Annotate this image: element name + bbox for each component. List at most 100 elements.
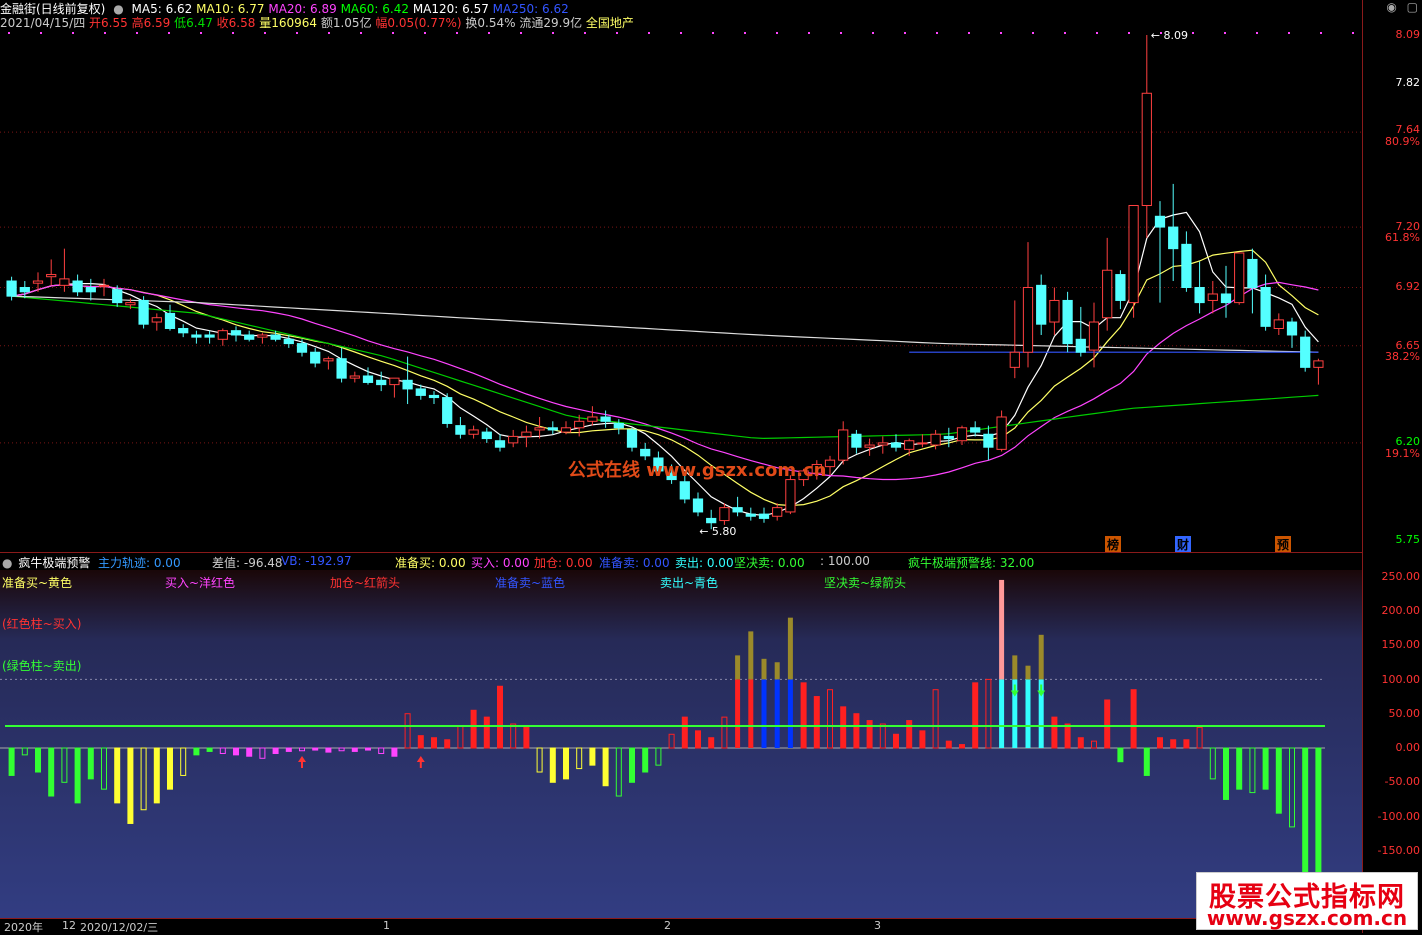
top-dot	[232, 32, 234, 34]
candle	[72, 274, 83, 297]
candle	[323, 356, 334, 370]
candle	[1234, 252, 1245, 305]
indicator-field: 主力轨迹: 0.00	[98, 556, 181, 570]
price-tick: 61.8%	[1385, 231, 1420, 244]
event-marker[interactable]: 榜	[1105, 536, 1122, 553]
candle	[772, 503, 783, 521]
indicator-bar	[615, 747, 622, 797]
sell-arrow	[1037, 684, 1046, 697]
candle	[521, 425, 532, 448]
candle	[59, 248, 70, 292]
candle	[1286, 317, 1298, 348]
candle	[560, 421, 572, 435]
indicator-bar	[827, 689, 833, 749]
candle	[547, 421, 558, 435]
indicator-bar	[563, 747, 569, 780]
indicator-bar	[1130, 689, 1137, 749]
indicator-chart[interactable]	[0, 570, 1362, 918]
indicator-bar	[74, 747, 81, 804]
indicator-bar	[787, 617, 793, 748]
candle	[1313, 358, 1324, 385]
candle	[1141, 35, 1152, 238]
candle	[1300, 330, 1311, 372]
candle	[600, 410, 611, 428]
candle	[904, 438, 915, 456]
collapse-icon[interactable]: ●	[2, 556, 12, 570]
top-dot	[1224, 32, 1226, 34]
indicator-bar	[1157, 737, 1163, 749]
price-tick: 38.2%	[1385, 350, 1420, 363]
candle	[890, 434, 902, 452]
candle	[1075, 306, 1086, 357]
indicator-bar	[233, 747, 239, 756]
indicator-bar	[1025, 665, 1031, 748]
top-dot	[616, 32, 618, 34]
indicator-legend: 准备卖~蓝色	[495, 576, 566, 590]
indicator-bar	[8, 747, 15, 776]
candle	[1247, 248, 1258, 314]
indicator-bar	[378, 747, 385, 754]
top-dot	[456, 32, 458, 34]
indicator-bar	[629, 747, 635, 783]
indicator-bar	[668, 733, 675, 749]
indicator-bar	[101, 747, 107, 790]
candle	[877, 436, 888, 454]
site-badge: 股票公式指标网 www.gszx.com.cn	[1196, 872, 1418, 930]
indicator-bar	[906, 720, 913, 749]
indicator-bar	[140, 747, 147, 811]
candle	[402, 356, 413, 405]
candle	[1036, 274, 1047, 335]
candle	[587, 406, 598, 426]
indicator-bar	[879, 723, 886, 749]
indicator-bar	[840, 706, 847, 749]
indicator-tick: 200.00	[1381, 604, 1421, 617]
top-dot	[328, 32, 330, 34]
indicator-bar	[999, 579, 1005, 748]
indicator-bar	[457, 725, 464, 749]
indicator-bar	[127, 747, 134, 824]
candle	[178, 324, 189, 338]
indicator-bar	[655, 747, 662, 766]
indicator-field: VB: -192.97	[281, 554, 352, 568]
candle	[230, 326, 242, 342]
event-marker[interactable]: 预	[1275, 536, 1292, 553]
indicator-field: 买入: 0.00	[471, 556, 530, 570]
candle	[745, 507, 756, 521]
indicator-bar	[761, 658, 767, 748]
top-dot	[744, 32, 746, 34]
indicator-bar	[985, 678, 992, 749]
indicator-bar	[285, 747, 292, 752]
top-dot	[8, 32, 10, 34]
indicator-bar	[404, 713, 411, 749]
indicator-bar	[1051, 716, 1058, 749]
indicator-bar	[1236, 747, 1243, 790]
top-dot	[840, 32, 842, 34]
indicator-bar	[470, 709, 477, 749]
top-dot	[200, 32, 202, 34]
candle	[442, 393, 453, 428]
indicator-bar	[1315, 747, 1322, 876]
date-label: 12	[62, 919, 76, 932]
indicator-bar	[1302, 747, 1309, 872]
indicator-legend: 准备买~黄色	[2, 576, 73, 590]
candle	[336, 347, 347, 383]
candle	[244, 330, 255, 342]
quote-info: 2021/04/15/四 开6.55 高6.59 低6.47 收6.58 量16…	[0, 14, 634, 30]
price-tick: 19.1%	[1385, 447, 1420, 460]
indicator-bar	[866, 720, 873, 749]
indicator-name: 疯牛极端预警	[18, 556, 91, 570]
indicator-bar	[35, 747, 41, 773]
indicator-bar	[1143, 747, 1150, 776]
candle	[732, 496, 743, 517]
price-tick: 7.82	[1395, 76, 1421, 89]
price-tick: 8.09	[1395, 28, 1421, 41]
title-bar: 金融街(日线前复权) ● MA5: 6.62 MA10: 6.77 MA20: …	[0, 0, 1330, 16]
candle	[996, 410, 1007, 452]
top-dot	[872, 32, 874, 34]
event-marker[interactable]: 财	[1175, 536, 1192, 553]
candle	[1194, 261, 1205, 314]
candle	[534, 416, 545, 439]
indicator-tick: -100.00	[1377, 810, 1420, 823]
indicator-bar	[576, 747, 583, 770]
top-dot	[1192, 32, 1194, 34]
